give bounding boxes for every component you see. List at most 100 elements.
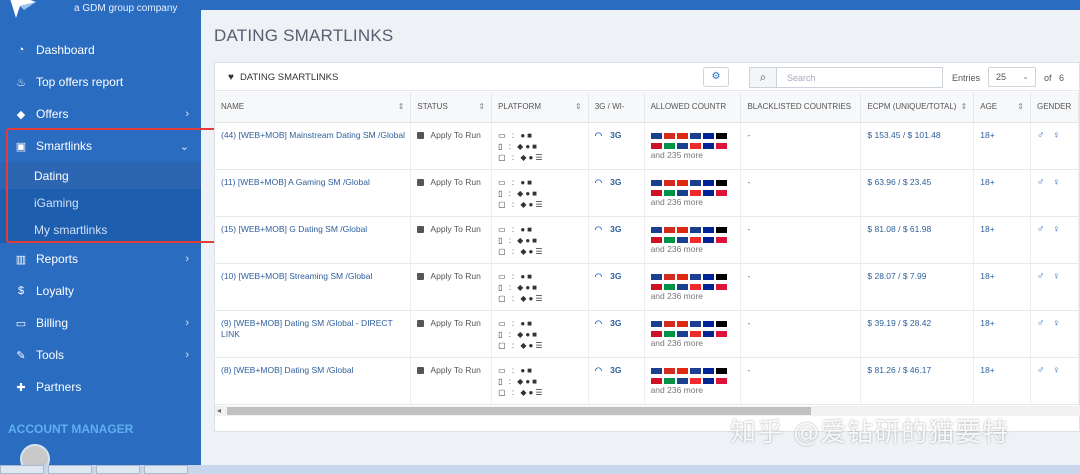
more-countries-link[interactable]: and 236 more <box>651 338 740 348</box>
allowed-countries-cell: and 236 more <box>644 310 742 358</box>
allowed-countries-cell: and 235 more <box>644 122 742 170</box>
country-flag-icon <box>715 131 727 140</box>
network-cell: ◠ 3G <box>588 169 645 217</box>
country-flag-icon <box>702 188 714 197</box>
more-countries-link[interactable]: and 236 more <box>651 385 740 395</box>
column-header-name[interactable]: NAME ⇕ <box>215 92 412 123</box>
status-cell[interactable]: Apply To Run <box>410 357 493 405</box>
flags-row <box>650 177 740 187</box>
status-text: Apply To Run <box>430 129 481 140</box>
offer-name-link[interactable]: (44) [WEB+MOB] Mainstream Dating SM /Glo… <box>215 122 412 170</box>
more-countries-link[interactable]: and 236 more <box>651 244 740 254</box>
country-flag-icon <box>689 272 701 281</box>
offer-name-link[interactable]: (15) [WEB+MOB] G Dating SM /Global <box>215 216 412 264</box>
header-label: STATUS <box>417 102 448 112</box>
column-header-platform[interactable]: PLATFORM ⇕ <box>491 92 589 123</box>
windows-icon: ■ <box>532 376 540 386</box>
table-row[interactable]: (11) [WEB+MOB] A Gaming SM /Global Apply… <box>215 169 1079 217</box>
country-flag-icon <box>715 319 727 328</box>
entries-label: Entries <box>952 73 981 83</box>
desktop-icon: ▭ <box>498 271 508 281</box>
column-header-gender[interactable]: GENDER <box>1030 92 1079 123</box>
status-cell[interactable]: Apply To Run <box>410 122 493 170</box>
flags-row <box>650 375 740 385</box>
sidebar-item-billing[interactable]: ▭ Billing › <box>0 307 201 339</box>
sidebar-subitem-my-smartlinks[interactable]: My smartlinks <box>0 216 201 243</box>
offer-name-link[interactable]: (10) [WEB+MOB] Streaming SM /Global <box>215 263 412 311</box>
table-row[interactable]: (44) [WEB+MOB] Mainstream Dating SM /Glo… <box>215 122 1079 170</box>
offer-name-link[interactable]: (11) [WEB+MOB] A Gaming SM /Global <box>215 169 412 217</box>
status-cell[interactable]: Apply To Run <box>410 310 493 358</box>
column-header-allowed-countries[interactable]: ALLOWED COUNTR <box>644 92 742 123</box>
ecpm-text: $ 39.19 / $ 28.42 <box>867 317 932 328</box>
entries-per-page-select[interactable]: 25 ⌄ <box>988 67 1036 87</box>
column-header-ecpm[interactable]: ECPM (UNIQUE/TOTAL) ⇕ <box>860 92 975 123</box>
column-header-age[interactable]: AGE ⇕ <box>973 92 1031 123</box>
scrollbar-thumb[interactable] <box>227 407 811 415</box>
sidebar-item-offers[interactable]: ◆ Offers › <box>0 98 201 130</box>
taskbar-button[interactable] <box>96 465 140 474</box>
of-text: of <box>1044 73 1052 83</box>
watermark: 知乎 @爱钻研的猫要特 <box>730 418 1010 448</box>
female-icon: ♀ <box>1052 176 1068 188</box>
gift-icon: ✚ <box>16 381 26 394</box>
sidebar-item-loyalty[interactable]: $ Loyalty <box>0 275 201 307</box>
header-label: NAME <box>221 102 245 112</box>
offer-name-link[interactable]: (9) [WEB+MOB] Dating SM /Global - DIRECT… <box>215 310 412 358</box>
taskbar-button[interactable] <box>0 465 44 474</box>
gender-cell: ♂♀ <box>1030 310 1079 358</box>
table-row[interactable]: (9) [WEB+MOB] Dating SM /Global - DIRECT… <box>215 310 1079 358</box>
header-label: AGE <box>980 102 998 112</box>
status-cell[interactable]: Apply To Run <box>410 169 493 217</box>
phone-icon: ▯ <box>498 235 505 245</box>
flags-row <box>650 130 740 140</box>
country-flag-icon <box>702 366 714 375</box>
sidebar-item-top-offers[interactable]: ♨ Top offers report <box>0 66 201 98</box>
search-input[interactable] <box>777 67 943 88</box>
settings-button[interactable]: ⚙ <box>703 67 729 87</box>
table-row[interactable]: (8) [WEB+MOB] Dating SM /Global Apply To… <box>215 357 1079 405</box>
windows-icon: ■ <box>527 318 535 328</box>
country-flag-icon <box>715 376 727 385</box>
platform-cell: ▭ : ●■ ▯ : ◆●■ ▢ : ◆●☰ <box>491 263 589 311</box>
column-header-blacklisted-countries[interactable]: BLACKLISTED COUNTRIES <box>740 92 862 123</box>
country-flag-icon <box>715 178 727 187</box>
platform-cell: ▭ : ●■ ▯ : ◆●■ ▢ : ◆●☰ <box>491 310 589 358</box>
table-row[interactable]: (15) [WEB+MOB] G Dating SM /Global Apply… <box>215 216 1079 264</box>
flags-row <box>650 281 740 291</box>
taskbar-button[interactable] <box>48 465 92 474</box>
more-countries-link[interactable]: and 236 more <box>651 197 740 207</box>
more-countries-link[interactable]: and 235 more <box>651 150 740 160</box>
phone-icon: ▯ <box>498 282 505 292</box>
desktop-icon: ▭ <box>498 130 508 140</box>
country-flag-icon <box>676 272 688 281</box>
taskbar-button[interactable] <box>144 465 188 474</box>
country-flag-icon <box>650 282 662 291</box>
ecpm-cell: $ 81.26 / $ 46.17 <box>860 357 975 405</box>
column-header-status[interactable]: STATUS ⇕ <box>410 92 493 123</box>
status-cell[interactable]: Apply To Run <box>410 263 493 311</box>
sidebar-item-dashboard[interactable]: ◔ Dashboard <box>0 34 201 66</box>
sidebar-item-label: Billing <box>36 316 69 330</box>
top-bar <box>201 0 1080 10</box>
age-cell: 18+ <box>973 310 1031 358</box>
sidebar-subitem-igaming[interactable]: iGaming <box>0 189 201 216</box>
sidebar-item-partners[interactable]: ✚ Partners <box>0 371 201 403</box>
scroll-left-arrow-icon[interactable]: ◂ <box>217 406 221 415</box>
status-cell[interactable]: Apply To Run <box>410 216 493 264</box>
country-flag-icon <box>689 376 701 385</box>
brand-logo[interactable]: a GDM group company <box>0 0 201 34</box>
sidebar-item-label: Top offers report <box>36 75 124 89</box>
offer-name-link[interactable]: (8) [WEB+MOB] Dating SM /Global <box>215 357 412 405</box>
lock-icon <box>417 225 425 233</box>
more-countries-link[interactable]: and 236 more <box>651 291 740 301</box>
sidebar-subitem-dating[interactable]: Dating <box>0 162 201 189</box>
table-row[interactable]: (10) [WEB+MOB] Streaming SM /Global Appl… <box>215 263 1079 311</box>
sidebar-item-smartlinks[interactable]: ▣ Smartlinks ⌄ <box>0 130 201 162</box>
sidebar-item-reports[interactable]: ▥ Reports › <box>0 243 201 275</box>
search-button[interactable]: ⌕ <box>749 67 777 88</box>
sidebar-item-tools[interactable]: ✎ Tools › <box>0 339 201 371</box>
status-text: Apply To Run <box>430 364 481 375</box>
offer-name-text: (9) [WEB+MOB] Dating SM /Global - DIRECT… <box>221 317 393 339</box>
column-header-network[interactable]: 3G / WI- <box>588 92 645 123</box>
